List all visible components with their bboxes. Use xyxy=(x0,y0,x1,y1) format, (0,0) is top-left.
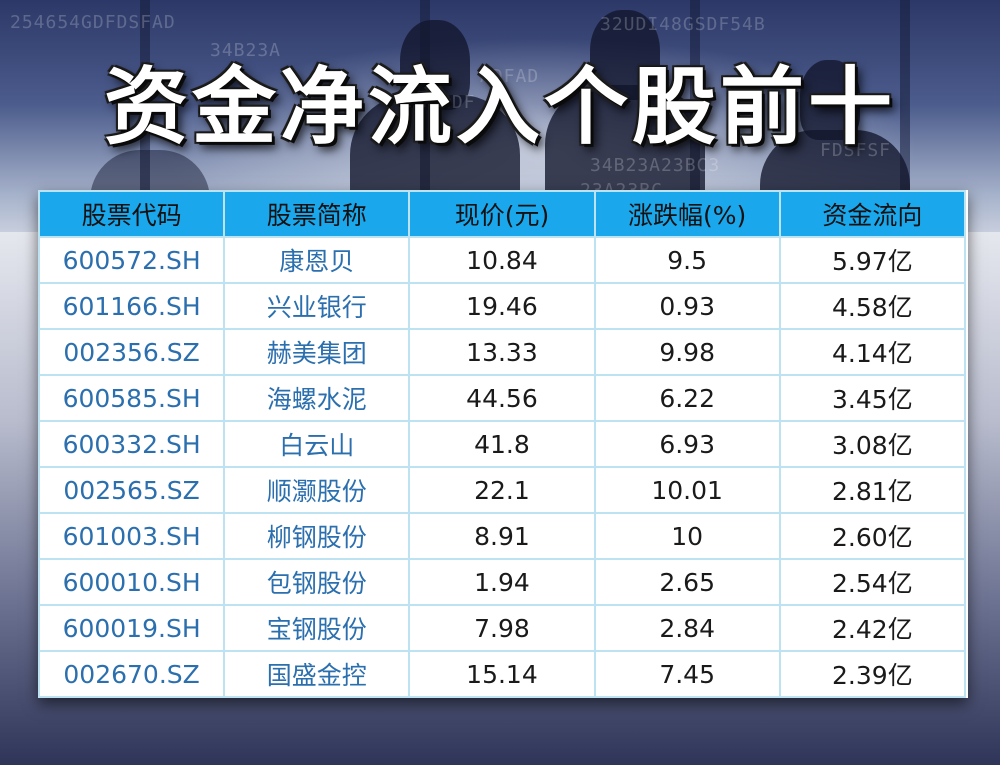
stock-code: 600585.SH xyxy=(37,374,226,422)
stock-name: 宝钢股份 xyxy=(223,604,411,652)
page-title: 资金净流入个股前十 xyxy=(103,58,896,156)
stock-flow: 2.54亿 xyxy=(778,558,967,606)
stock-name: 国盛金控 xyxy=(223,650,411,698)
stock-name: 海螺水泥 xyxy=(223,374,411,422)
stock-code: 601003.SH xyxy=(37,512,226,560)
stock-price: 13.33 xyxy=(408,328,596,376)
table-header-row: 股票代码 股票简称 现价(元) 涨跌幅(%) 资金流向 xyxy=(37,190,967,238)
stock-name: 顺灏股份 xyxy=(223,466,411,514)
stock-change: 10 xyxy=(593,512,781,560)
stock-price: 10.84 xyxy=(408,236,596,284)
stock-flow: 3.08亿 xyxy=(778,420,967,468)
stock-change: 6.22 xyxy=(593,374,781,422)
table-row: 600572.SH 康恩贝 10.84 9.5 5.97亿 xyxy=(37,236,967,284)
stock-change: 10.01 xyxy=(593,466,781,514)
stock-flow: 4.14亿 xyxy=(778,328,967,376)
stock-code: 600572.SH xyxy=(37,236,226,284)
stock-flow: 2.42亿 xyxy=(778,604,967,652)
stock-flow: 3.45亿 xyxy=(778,374,967,422)
stock-price: 8.91 xyxy=(408,512,596,560)
column-header-price: 现价(元) xyxy=(408,190,596,238)
hero-code-text: 254654GDFDSFAD xyxy=(10,12,176,33)
stock-code: 600010.SH xyxy=(37,558,226,606)
stock-name: 包钢股份 xyxy=(223,558,411,606)
stock-change: 9.98 xyxy=(593,328,781,376)
table-row: 601166.SH 兴业银行 19.46 0.93 4.58亿 xyxy=(37,282,967,330)
stock-price: 22.1 xyxy=(408,466,596,514)
stock-code: 002670.SZ xyxy=(37,650,226,698)
stock-change: 2.84 xyxy=(593,604,781,652)
column-header-code: 股票代码 xyxy=(37,190,226,238)
stock-table-container: 股票代码 股票简称 现价(元) 涨跌幅(%) 资金流向 600572.SH 康恩… xyxy=(37,190,968,698)
table-row: 002670.SZ 国盛金控 15.14 7.45 2.39亿 xyxy=(37,650,967,698)
table-row: 600585.SH 海螺水泥 44.56 6.22 3.45亿 xyxy=(37,374,967,422)
stock-change: 2.65 xyxy=(593,558,781,606)
table-row: 600010.SH 包钢股份 1.94 2.65 2.54亿 xyxy=(37,558,967,606)
stock-code: 600019.SH xyxy=(37,604,226,652)
stock-flow: 4.58亿 xyxy=(778,282,967,330)
stock-name: 兴业银行 xyxy=(223,282,411,330)
stock-flow: 2.81亿 xyxy=(778,466,967,514)
table-row: 002565.SZ 顺灏股份 22.1 10.01 2.81亿 xyxy=(37,466,967,514)
stock-price: 1.94 xyxy=(408,558,596,606)
table-row: 600332.SH 白云山 41.8 6.93 3.08亿 xyxy=(37,420,967,468)
table-row: 600019.SH 宝钢股份 7.98 2.84 2.42亿 xyxy=(37,604,967,652)
stock-change: 0.93 xyxy=(593,282,781,330)
stock-table: 股票代码 股票简称 现价(元) 涨跌幅(%) 资金流向 600572.SH 康恩… xyxy=(37,190,967,698)
column-header-name: 股票简称 xyxy=(223,190,411,238)
stock-code: 002565.SZ xyxy=(37,466,226,514)
stock-name: 康恩贝 xyxy=(223,236,411,284)
stock-price: 15.14 xyxy=(408,650,596,698)
hero-code-text: 32UDI48GSDF54B xyxy=(600,14,766,35)
table-row: 002356.SZ 赫美集团 13.33 9.98 4.14亿 xyxy=(37,328,967,376)
column-header-flow: 资金流向 xyxy=(778,190,967,238)
stock-flow: 5.97亿 xyxy=(778,236,967,284)
stock-name: 赫美集团 xyxy=(223,328,411,376)
stock-flow: 2.39亿 xyxy=(778,650,967,698)
stock-price: 7.98 xyxy=(408,604,596,652)
stock-price: 41.8 xyxy=(408,420,596,468)
table-row: 601003.SH 柳钢股份 8.91 10 2.60亿 xyxy=(37,512,967,560)
stock-code: 601166.SH xyxy=(37,282,226,330)
stock-change: 7.45 xyxy=(593,650,781,698)
stock-flow: 2.60亿 xyxy=(778,512,967,560)
stock-change: 6.93 xyxy=(593,420,781,468)
stock-code: 002356.SZ xyxy=(37,328,226,376)
stock-name: 白云山 xyxy=(223,420,411,468)
stock-code: 600332.SH xyxy=(37,420,226,468)
stock-price: 19.46 xyxy=(408,282,596,330)
stock-name: 柳钢股份 xyxy=(223,512,411,560)
column-header-change: 涨跌幅(%) xyxy=(593,190,781,238)
stock-change: 9.5 xyxy=(593,236,781,284)
stock-price: 44.56 xyxy=(408,374,596,422)
